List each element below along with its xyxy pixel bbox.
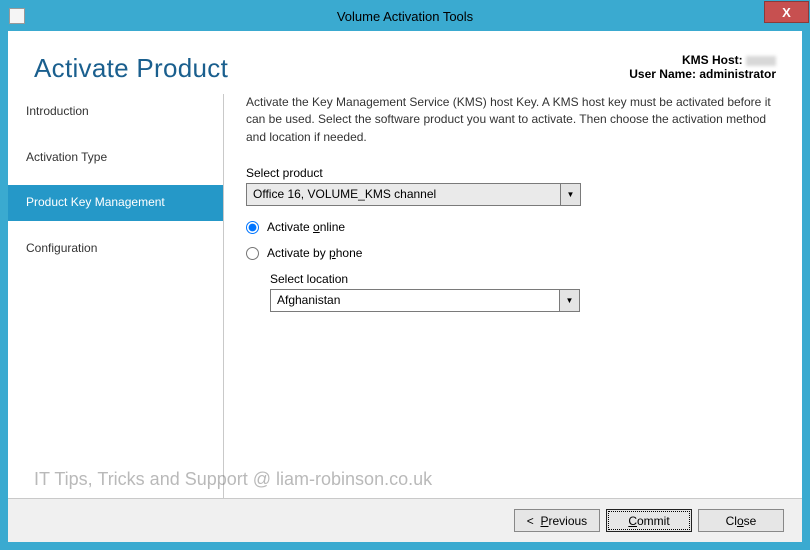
previous-button[interactable]: < Previous [514,509,600,532]
commit-button[interactable]: Commit [606,509,692,532]
sidebar-item-product-key-management[interactable]: Product Key Management [8,185,223,221]
app-icon [9,8,25,24]
main-panel: Activate the Key Management Service (KMS… [224,94,802,498]
location-section: Select location Afghanistan ▼ [270,272,778,312]
titlebar[interactable]: Volume Activation Tools X [1,1,809,31]
select-product-label: Select product [246,166,778,180]
select-product-dropdown[interactable]: Office 16, VOLUME_KMS channel ▼ [246,183,581,206]
sidebar-item-introduction[interactable]: Introduction [8,94,223,130]
sidebar: Introduction Activation Type Product Key… [8,94,224,498]
chevron-down-icon[interactable]: ▼ [560,184,580,205]
sidebar-item-activation-type[interactable]: Activation Type [8,140,223,176]
activate-by-phone-label: Activate by phone [267,246,362,260]
instruction-text: Activate the Key Management Service (KMS… [246,94,778,146]
select-product-value: Office 16, VOLUME_KMS channel [247,184,560,205]
close-button[interactable]: X [764,1,809,23]
activate-online-input[interactable] [246,221,259,234]
page-heading: Activate Product [34,53,228,84]
client-area: Activate Product KMS Host: User Name: ad… [1,31,809,549]
activate-online-radio[interactable]: Activate online [246,220,778,234]
close-button-footer[interactable]: Close [698,509,784,532]
activate-online-label: Activate online [267,220,345,234]
kms-host-label: KMS Host: [682,53,743,67]
close-icon: X [782,5,791,20]
activate-by-phone-radio[interactable]: Activate by phone [246,246,778,260]
select-location-dropdown[interactable]: Afghanistan ▼ [270,289,580,312]
chevron-down-icon[interactable]: ▼ [559,290,579,311]
sidebar-item-configuration[interactable]: Configuration [8,231,223,267]
button-row: < Previous Commit Close [8,498,802,542]
username-value: administrator [699,67,776,81]
window: Volume Activation Tools X Activate Produ… [0,0,810,550]
window-title: Volume Activation Tools [337,9,473,24]
activate-by-phone-input[interactable] [246,247,259,260]
host-info: KMS Host: User Name: administrator [629,53,776,81]
username-label: User Name: [629,67,696,81]
content-area: Introduction Activation Type Product Key… [8,94,802,498]
select-location-label: Select location [270,272,778,286]
select-location-value: Afghanistan [271,290,559,311]
header-row: Activate Product KMS Host: User Name: ad… [8,31,802,94]
watermark-text: IT Tips, Tricks and Support @ liam-robin… [34,469,432,490]
kms-host-value [746,56,776,66]
